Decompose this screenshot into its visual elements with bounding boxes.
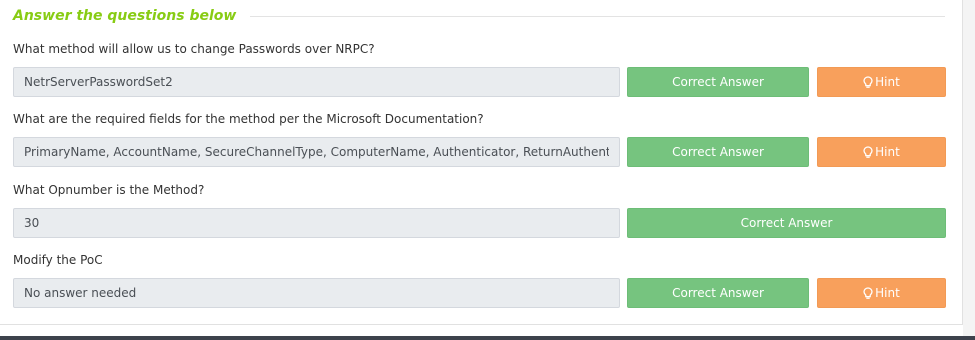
correct-answer-button-2[interactable]: Correct Answer bbox=[627, 137, 809, 167]
question-1-text: What method will allow us to change Pass… bbox=[13, 42, 375, 56]
section-divider bbox=[250, 15, 945, 17]
lightbulb-icon bbox=[863, 286, 873, 300]
page-footer-bar bbox=[0, 336, 975, 340]
correct-answer-button-1[interactable]: Correct Answer bbox=[627, 67, 809, 97]
section-title: Answer the questions below bbox=[13, 8, 237, 24]
hint-label: Hint bbox=[875, 286, 900, 300]
answer-3-input[interactable] bbox=[13, 208, 620, 238]
answer-4-input[interactable] bbox=[13, 278, 620, 308]
hint-label: Hint bbox=[875, 75, 900, 89]
correct-answer-label: Correct Answer bbox=[672, 145, 764, 159]
question-3-text: What Opnumber is the Method? bbox=[13, 183, 205, 197]
answer-2-input[interactable] bbox=[13, 137, 620, 167]
lightbulb-icon bbox=[863, 145, 873, 159]
correct-answer-label: Correct Answer bbox=[672, 75, 764, 89]
correct-answer-label: Correct Answer bbox=[672, 286, 764, 300]
answer-1-input[interactable] bbox=[13, 67, 620, 97]
hint-button-2[interactable]: Hint bbox=[817, 137, 946, 167]
hint-label: Hint bbox=[875, 145, 900, 159]
questions-panel: Answer the questions below What method w… bbox=[0, 0, 963, 325]
question-2-text: What are the required fields for the met… bbox=[13, 112, 484, 126]
hint-button-1[interactable]: Hint bbox=[817, 67, 946, 97]
correct-answer-button-4[interactable]: Correct Answer bbox=[627, 278, 809, 308]
hint-button-4[interactable]: Hint bbox=[817, 278, 946, 308]
page-scroll-gutter bbox=[963, 0, 975, 340]
lightbulb-icon bbox=[863, 75, 873, 89]
correct-answer-button-3[interactable]: Correct Answer bbox=[627, 208, 946, 238]
correct-answer-label: Correct Answer bbox=[740, 216, 833, 230]
section-header: Answer the questions below bbox=[13, 5, 945, 27]
question-4-text: Modify the PoC bbox=[13, 253, 103, 267]
